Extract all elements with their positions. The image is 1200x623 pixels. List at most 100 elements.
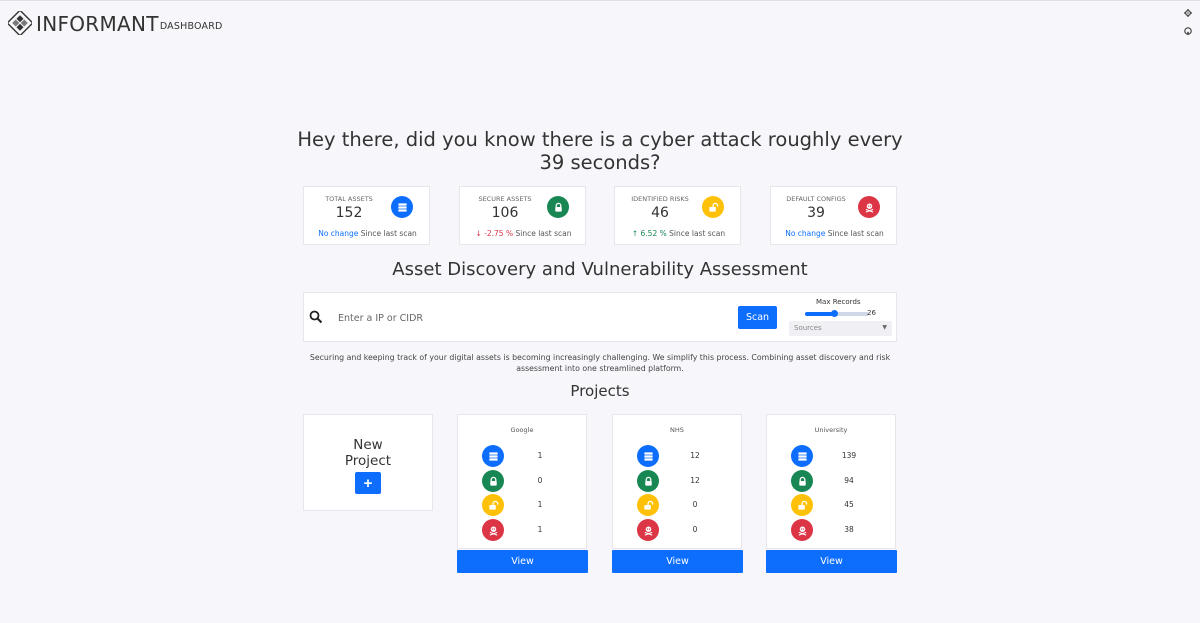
project-card-nhs: NHS 12 12 0 0 [612,414,742,549]
view-nhs-button[interactable]: View [612,550,743,573]
new-project-card: New Project + [303,414,433,511]
project-count: 38 [844,525,854,534]
stat-card-identified-risks: IDENTIFIED RISKS 46 ↑ 6.52 % Since last … [614,186,741,245]
stat-change-suffix: Since last scan [515,229,572,238]
stat-card-secure-assets: SECURE ASSETS 106 ↓ -2.75 % Since last s… [459,186,586,245]
unlock-icon [637,494,659,516]
stat-label: SECURE ASSETS [478,195,532,203]
max-records-value: 26 [867,309,876,317]
slider-thumb[interactable] [831,310,839,317]
project-row-risks: 45 [791,494,871,516]
project-count: 139 [841,451,857,460]
stat-label: DEFAULT CONFIGS [786,195,846,203]
corner-toolbar [1184,9,1192,35]
max-records-slider[interactable] [805,310,869,317]
skull-icon [637,519,659,541]
project-row-total: 12 [637,445,717,467]
discovery-title: Asset Discovery and Vulnerability Assess… [392,259,808,280]
stat-card-total-assets: TOTAL ASSETS 152 No change Since last sc… [303,186,430,245]
stat-change-row: ↑ 6.52 % Since last scan [615,229,742,238]
view-university-button[interactable]: View [766,550,897,573]
project-row-total: 139 [791,445,871,467]
skull-icon [791,519,813,541]
project-row-secure: 0 [482,470,562,492]
stat-change: No change [318,229,359,238]
description-text: Securing and keeping track of your digit… [309,353,891,373]
headline: Hey there, did you know there is a cyber… [297,128,903,174]
sources-placeholder: Sources [794,324,822,332]
lock-icon [547,196,569,218]
stat-label: IDENTIFIED RISKS [631,195,689,203]
new-project-label-line1: New [353,437,383,453]
project-row-configs: 38 [791,519,871,541]
stat-value: 152 [335,205,363,221]
new-project-label: New Project [304,437,432,469]
stat-change-suffix: Since last scan [669,229,726,238]
project-name: NHS [670,426,684,434]
project-count: 0 [692,500,698,509]
brand-subtitle: DASHBOARD [159,21,223,32]
unlock-icon [482,494,504,516]
project-count: 0 [537,476,543,485]
stat-value: 46 [651,205,669,221]
stat-change-row: No change Since last scan [771,229,898,238]
lock-icon [637,470,659,492]
project-count: 1 [537,525,543,534]
server-icon [391,196,413,218]
project-name: University [814,426,848,434]
down-arrow-icon: ↓ [475,229,482,238]
stat-value: 106 [491,205,519,221]
stat-card-default-configs: DEFAULT CONFIGS 39 No change Since last … [770,186,897,245]
project-count: 0 [692,525,698,534]
stat-label: TOTAL ASSETS [325,195,373,203]
ip-cidr-input[interactable] [338,310,718,326]
sources-select[interactable]: Sources ▼ [789,321,892,336]
stat-change-suffix: Since last scan [360,229,417,238]
server-icon [482,445,504,467]
slider-fill [805,312,835,316]
github-icon[interactable] [1184,27,1192,35]
stat-change: No change [785,229,826,238]
unlock-icon [791,494,813,516]
lock-icon [791,470,813,492]
project-row-configs: 1 [482,519,562,541]
add-project-button[interactable]: + [355,472,381,494]
lock-icon [482,470,504,492]
project-card-university: University 139 94 45 38 [766,414,896,549]
project-count: 12 [690,476,700,485]
brand-logo[interactable]: INFORMANT DASHBOARD [8,11,223,35]
project-count: 1 [537,451,543,460]
top-border [0,0,1200,1]
stat-value: 39 [807,205,825,221]
project-count: 1 [537,500,543,509]
new-project-label-line2: Project [344,453,392,469]
discovery-search-panel: Scan Max Records 26 Sources ▼ [303,292,897,342]
stat-change-row: No change Since last scan [304,229,431,238]
unlock-icon [702,196,724,218]
stat-change-row: ↓ -2.75 % Since last scan [460,229,587,238]
brand-name: INFORMANT [36,12,159,36]
project-row-secure: 12 [637,470,717,492]
stat-change: -2.75 % [484,229,514,238]
gear-icon[interactable] [1184,9,1192,17]
up-arrow-icon: ↑ [631,229,639,238]
project-row-secure: 94 [791,470,871,492]
project-count: 12 [690,451,700,460]
project-count: 94 [844,476,854,485]
skull-icon [482,519,504,541]
informant-logo-icon [8,11,32,35]
search-icon [309,310,323,324]
projects-title: Projects [570,382,630,400]
project-row-configs: 0 [637,519,717,541]
skull-icon [858,196,880,218]
scan-button[interactable]: Scan [738,306,777,329]
stat-change: 6.52 % [640,229,667,238]
server-icon [791,445,813,467]
project-count: 45 [844,500,854,509]
caret-down-icon: ▼ [882,324,887,331]
max-records-label: Max Records [816,298,861,306]
project-name: Google [510,426,534,434]
project-row-risks: 0 [637,494,717,516]
project-row-total: 1 [482,445,562,467]
view-google-button[interactable]: View [457,550,588,573]
